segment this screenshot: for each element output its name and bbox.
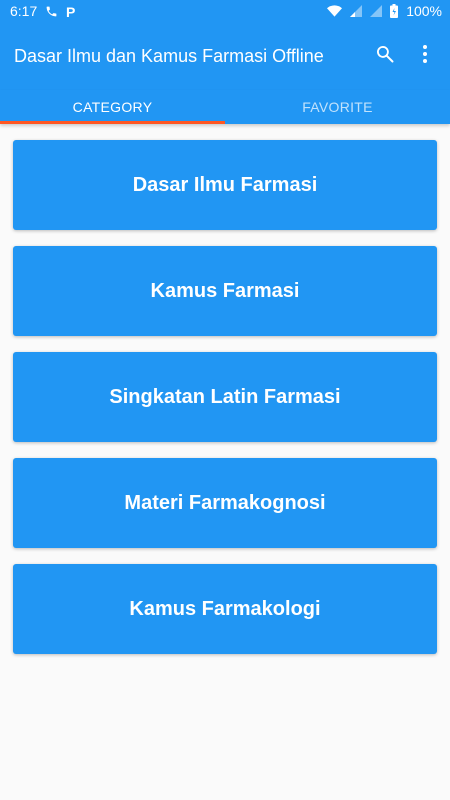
tab-favorite[interactable]: FAVORITE bbox=[225, 90, 450, 124]
category-materi-farmakognosi[interactable]: Materi Farmakognosi bbox=[13, 458, 437, 548]
category-label: Kamus Farmasi bbox=[150, 279, 300, 302]
category-label: Kamus Farmakologi bbox=[129, 597, 321, 620]
signal-icon bbox=[350, 5, 363, 17]
status-bar-right: 100% bbox=[327, 3, 442, 19]
app-screen: 6:17 P 100% Dasar Ilmu dan Kamus Farmasi… bbox=[0, 0, 450, 800]
parking-icon: P bbox=[66, 5, 77, 18]
app-bar: Dasar Ilmu dan Kamus Farmasi Offline bbox=[0, 22, 450, 90]
battery-level: 100% bbox=[406, 3, 442, 19]
tab-indicator bbox=[0, 121, 225, 124]
tab-category-label: CATEGORY bbox=[72, 99, 153, 115]
status-time: 6:17 bbox=[10, 3, 38, 19]
search-button[interactable] bbox=[372, 43, 398, 69]
battery-icon bbox=[390, 4, 399, 18]
category-label: Singkatan Latin Farmasi bbox=[109, 385, 341, 408]
search-icon bbox=[375, 44, 395, 69]
category-kamus-farmasi[interactable]: Kamus Farmasi bbox=[13, 246, 437, 336]
svg-text:P: P bbox=[66, 5, 75, 18]
overflow-menu-button[interactable] bbox=[412, 43, 438, 69]
tab-bar: CATEGORY FAVORITE bbox=[0, 90, 450, 124]
phone-icon bbox=[45, 5, 58, 18]
category-label: Materi Farmakognosi bbox=[124, 491, 326, 514]
category-kamus-farmakologi[interactable]: Kamus Farmakologi bbox=[13, 564, 437, 654]
category-label: Dasar Ilmu Farmasi bbox=[132, 173, 318, 196]
signal-icon-secondary bbox=[370, 5, 383, 17]
tab-category[interactable]: CATEGORY bbox=[0, 90, 225, 124]
status-bar: 6:17 P 100% bbox=[0, 0, 450, 22]
app-actions bbox=[372, 43, 438, 69]
category-list: Dasar Ilmu Farmasi Kamus Farmasi Singkat… bbox=[0, 124, 450, 654]
tab-favorite-label: FAVORITE bbox=[302, 99, 373, 115]
more-vert-icon bbox=[422, 44, 428, 69]
category-singkatan-latin-farmasi[interactable]: Singkatan Latin Farmasi bbox=[13, 352, 437, 442]
app-title: Dasar Ilmu dan Kamus Farmasi Offline bbox=[14, 45, 324, 66]
status-bar-left: 6:17 P bbox=[10, 3, 77, 19]
category-dasar-ilmu-farmasi[interactable]: Dasar Ilmu Farmasi bbox=[13, 140, 437, 230]
wifi-icon bbox=[327, 5, 343, 17]
